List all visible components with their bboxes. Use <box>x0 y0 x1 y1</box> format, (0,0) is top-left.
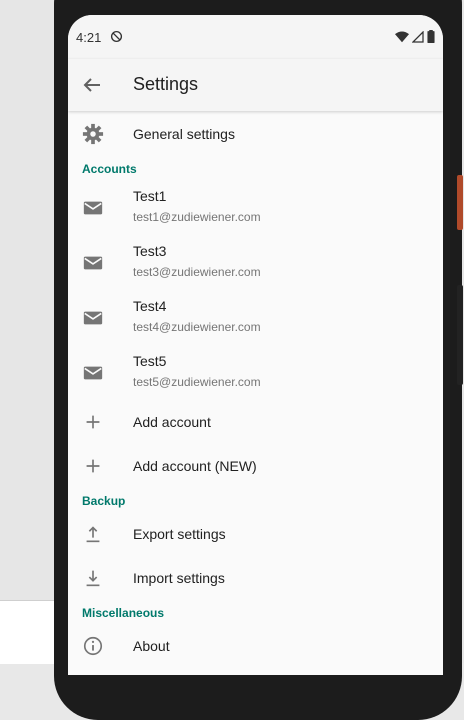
account-name: Test4 <box>133 298 167 314</box>
add-account-button[interactable]: Add account <box>68 401 443 445</box>
sync-off-icon <box>110 30 123 46</box>
page-title: Settings <box>133 74 199 94</box>
download-icon <box>82 567 104 589</box>
add-account-label: Add account <box>133 414 211 430</box>
app-bar: Settings <box>68 59 443 111</box>
export-settings-label: Export settings <box>133 526 226 542</box>
account-item[interactable]: Test5 test5@zudiewiener.com <box>68 346 443 401</box>
account-email: test5@zudiewiener.com <box>133 375 261 389</box>
account-name: Test5 <box>133 353 167 369</box>
account-name: Test3 <box>133 243 167 259</box>
email-icon <box>82 307 104 329</box>
phone-power-button <box>457 175 463 230</box>
accounts-section-title: Accounts <box>82 162 137 176</box>
misc-section-header: Miscellaneous <box>68 601 443 625</box>
add-account-new-button[interactable]: Add account (NEW) <box>68 445 443 489</box>
export-settings-button[interactable]: Export settings <box>68 513 443 557</box>
phone-screen: 4:21 Settings General settings Accounts … <box>68 15 443 675</box>
gear-icon <box>82 123 104 145</box>
account-name: Test1 <box>133 188 167 204</box>
import-settings-label: Import settings <box>133 570 225 586</box>
import-settings-button[interactable]: Import settings <box>68 557 443 601</box>
account-item[interactable]: Test4 test4@zudiewiener.com <box>68 291 443 346</box>
about-label: About <box>133 638 170 654</box>
account-email: test3@zudiewiener.com <box>133 265 261 279</box>
status-icons <box>395 30 435 43</box>
add-account-new-label: Add account (NEW) <box>133 458 257 474</box>
backup-section-header: Backup <box>68 489 443 513</box>
accounts-section-header: Accounts <box>68 157 443 181</box>
status-time: 4:21 <box>76 30 102 45</box>
status-bar: 4:21 <box>68 15 443 59</box>
email-icon <box>82 197 104 219</box>
about-button[interactable]: About <box>68 625 443 669</box>
signal-icon <box>412 30 424 43</box>
battery-icon <box>427 30 435 43</box>
plus-icon <box>82 455 104 477</box>
phone-volume-button <box>457 285 463 385</box>
plus-icon <box>82 411 104 433</box>
email-icon <box>82 362 104 384</box>
account-email: test1@zudiewiener.com <box>133 210 261 224</box>
backup-section-title: Backup <box>82 494 126 508</box>
background-panel <box>0 600 60 664</box>
email-icon <box>82 252 104 274</box>
misc-section-title: Miscellaneous <box>82 606 165 620</box>
upload-icon <box>82 523 104 545</box>
back-arrow-icon[interactable] <box>80 73 104 97</box>
account-item[interactable]: Test1 test1@zudiewiener.com <box>68 181 443 236</box>
general-settings-label: General settings <box>133 126 235 142</box>
account-email: test4@zudiewiener.com <box>133 320 261 334</box>
general-settings-item[interactable]: General settings <box>68 113 443 157</box>
settings-list: General settings Accounts Test1 test1@zu… <box>68 113 443 669</box>
info-icon <box>82 635 104 657</box>
account-item[interactable]: Test3 test3@zudiewiener.com <box>68 236 443 291</box>
wifi-icon <box>395 30 409 42</box>
